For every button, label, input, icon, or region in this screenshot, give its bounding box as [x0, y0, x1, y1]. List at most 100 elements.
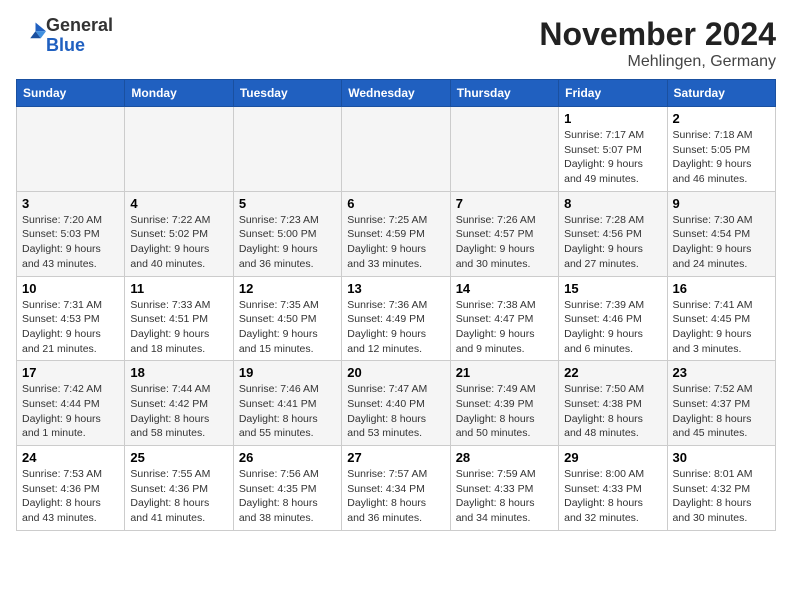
page-header: General Blue November 2024 Mehlingen, Ge…: [16, 16, 776, 71]
calendar-cell: 10 Sunrise: 7:31 AM Sunset: 4:53 PM Dayli…: [17, 276, 125, 361]
calendar-cell: 11 Sunrise: 7:33 AM Sunset: 4:51 PM Dayli…: [125, 276, 233, 361]
calendar-cell: 25 Sunrise: 7:55 AM Sunset: 4:36 PM Dayli…: [125, 446, 233, 531]
day-number: 14: [456, 281, 553, 296]
calendar-cell: 1 Sunrise: 7:17 AM Sunset: 5:07 PM Daylig…: [559, 107, 667, 192]
day-info: Sunrise: 8:01 AM Sunset: 4:32 PM Dayligh…: [673, 467, 770, 526]
calendar-cell: 7 Sunrise: 7:26 AM Sunset: 4:57 PM Daylig…: [450, 191, 558, 276]
calendar-cell: 22Sunrise: 7:50 AM Sunset: 4:38 PM Dayli…: [559, 361, 667, 446]
day-number: 9: [673, 196, 770, 211]
day-number: 23: [673, 365, 770, 380]
day-info: Sunrise: 7:22 AM Sunset: 5:02 PM Dayligh…: [130, 213, 227, 272]
day-number: 7: [456, 196, 553, 211]
weekday-header-friday: Friday: [559, 80, 667, 107]
day-number: 24: [22, 450, 119, 465]
calendar-cell: 19 Sunrise: 7:46 AM Sunset: 4:41 PM Dayli…: [233, 361, 341, 446]
weekday-header-row: SundayMondayTuesdayWednesdayThursdayFrid…: [17, 80, 776, 107]
day-number: 6: [347, 196, 444, 211]
day-info: Sunrise: 8:00 AM Sunset: 4:33 PM Dayligh…: [564, 467, 661, 526]
calendar-cell: 4 Sunrise: 7:22 AM Sunset: 5:02 PM Daylig…: [125, 191, 233, 276]
day-info: Sunrise: 7:46 AM Sunset: 4:41 PM Dayligh…: [239, 382, 336, 441]
day-info: Sunrise: 7:47 AM Sunset: 4:40 PM Dayligh…: [347, 382, 444, 441]
month-title: November 2024: [539, 16, 776, 53]
day-info: Sunrise: 7:42 AM Sunset: 4:44 PM Dayligh…: [22, 382, 119, 441]
weekday-header-monday: Monday: [125, 80, 233, 107]
day-info: Sunrise: 7:44 AM Sunset: 4:42 PM Dayligh…: [130, 382, 227, 441]
day-info: Sunrise: 7:33 AM Sunset: 4:51 PM Dayligh…: [130, 298, 227, 357]
day-info: Sunrise: 7:56 AM Sunset: 4:35 PM Dayligh…: [239, 467, 336, 526]
day-info: Sunrise: 7:55 AM Sunset: 4:36 PM Dayligh…: [130, 467, 227, 526]
day-number: 17: [22, 365, 119, 380]
calendar-table: SundayMondayTuesdayWednesdayThursdayFrid…: [16, 79, 776, 531]
calendar-week-5: 24 Sunrise: 7:53 AM Sunset: 4:36 PM Dayli…: [17, 446, 776, 531]
day-info: Sunrise: 7:30 AM Sunset: 4:54 PM Dayligh…: [673, 213, 770, 272]
day-number: 2: [673, 111, 770, 126]
calendar-cell: [233, 107, 341, 192]
calendar-cell: 8Sunrise: 7:28 AM Sunset: 4:56 PM Daylig…: [559, 191, 667, 276]
day-info: Sunrise: 7:17 AM Sunset: 5:07 PM Dayligh…: [564, 128, 661, 187]
day-info: Sunrise: 7:39 AM Sunset: 4:46 PM Dayligh…: [564, 298, 661, 357]
calendar-cell: [17, 107, 125, 192]
day-info: Sunrise: 7:20 AM Sunset: 5:03 PM Dayligh…: [22, 213, 119, 272]
calendar-week-2: 3 Sunrise: 7:20 AM Sunset: 5:03 PM Daylig…: [17, 191, 776, 276]
calendar-cell: 30Sunrise: 8:01 AM Sunset: 4:32 PM Dayli…: [667, 446, 775, 531]
calendar-cell: 13 Sunrise: 7:36 AM Sunset: 4:49 PM Dayli…: [342, 276, 450, 361]
day-info: Sunrise: 7:36 AM Sunset: 4:49 PM Dayligh…: [347, 298, 444, 357]
weekday-header-wednesday: Wednesday: [342, 80, 450, 107]
calendar-week-4: 17 Sunrise: 7:42 AM Sunset: 4:44 PM Dayli…: [17, 361, 776, 446]
calendar-cell: 21Sunrise: 7:49 AM Sunset: 4:39 PM Dayli…: [450, 361, 558, 446]
day-number: 15: [564, 281, 661, 296]
calendar-cell: 28 Sunrise: 7:59 AM Sunset: 4:33 PM Dayli…: [450, 446, 558, 531]
day-number: 26: [239, 450, 336, 465]
day-info: Sunrise: 7:35 AM Sunset: 4:50 PM Dayligh…: [239, 298, 336, 357]
day-number: 13: [347, 281, 444, 296]
calendar-cell: 3 Sunrise: 7:20 AM Sunset: 5:03 PM Daylig…: [17, 191, 125, 276]
day-info: Sunrise: 7:26 AM Sunset: 4:57 PM Dayligh…: [456, 213, 553, 272]
weekday-header-tuesday: Tuesday: [233, 80, 341, 107]
calendar-cell: 26 Sunrise: 7:56 AM Sunset: 4:35 PM Dayli…: [233, 446, 341, 531]
calendar-cell: 16 Sunrise: 7:41 AM Sunset: 4:45 PM Dayli…: [667, 276, 775, 361]
calendar-cell: 23 Sunrise: 7:52 AM Sunset: 4:37 PM Dayli…: [667, 361, 775, 446]
location: Mehlingen, Germany: [539, 53, 776, 71]
calendar-cell: [450, 107, 558, 192]
day-number: 16: [673, 281, 770, 296]
calendar-week-3: 10 Sunrise: 7:31 AM Sunset: 4:53 PM Dayli…: [17, 276, 776, 361]
calendar-cell: 27Sunrise: 7:57 AM Sunset: 4:34 PM Dayli…: [342, 446, 450, 531]
day-info: Sunrise: 7:31 AM Sunset: 4:53 PM Dayligh…: [22, 298, 119, 357]
day-info: Sunrise: 7:52 AM Sunset: 4:37 PM Dayligh…: [673, 382, 770, 441]
day-number: 3: [22, 196, 119, 211]
logo-blue-text: Blue: [46, 35, 85, 55]
weekday-header-thursday: Thursday: [450, 80, 558, 107]
day-number: 20: [347, 365, 444, 380]
day-info: Sunrise: 7:50 AM Sunset: 4:38 PM Dayligh…: [564, 382, 661, 441]
day-info: Sunrise: 7:23 AM Sunset: 5:00 PM Dayligh…: [239, 213, 336, 272]
day-number: 4: [130, 196, 227, 211]
day-info: Sunrise: 7:53 AM Sunset: 4:36 PM Dayligh…: [22, 467, 119, 526]
day-info: Sunrise: 7:38 AM Sunset: 4:47 PM Dayligh…: [456, 298, 553, 357]
calendar-cell: 18 Sunrise: 7:44 AM Sunset: 4:42 PM Dayli…: [125, 361, 233, 446]
day-number: 5: [239, 196, 336, 211]
title-block: November 2024 Mehlingen, Germany: [539, 16, 776, 71]
day-number: 28: [456, 450, 553, 465]
calendar-cell: 9 Sunrise: 7:30 AM Sunset: 4:54 PM Daylig…: [667, 191, 775, 276]
day-number: 11: [130, 281, 227, 296]
calendar-cell: 20 Sunrise: 7:47 AM Sunset: 4:40 PM Dayli…: [342, 361, 450, 446]
day-number: 1: [564, 111, 661, 126]
calendar-cell: 14 Sunrise: 7:38 AM Sunset: 4:47 PM Dayli…: [450, 276, 558, 361]
day-number: 8: [564, 196, 661, 211]
weekday-header-saturday: Saturday: [667, 80, 775, 107]
day-number: 29: [564, 450, 661, 465]
day-info: Sunrise: 7:41 AM Sunset: 4:45 PM Dayligh…: [673, 298, 770, 357]
calendar-body: 1 Sunrise: 7:17 AM Sunset: 5:07 PM Daylig…: [17, 107, 776, 531]
day-number: 27: [347, 450, 444, 465]
day-number: 19: [239, 365, 336, 380]
day-number: 18: [130, 365, 227, 380]
day-number: 25: [130, 450, 227, 465]
day-number: 12: [239, 281, 336, 296]
day-info: Sunrise: 7:59 AM Sunset: 4:33 PM Dayligh…: [456, 467, 553, 526]
day-number: 10: [22, 281, 119, 296]
calendar-week-1: 1 Sunrise: 7:17 AM Sunset: 5:07 PM Daylig…: [17, 107, 776, 192]
calendar-cell: [125, 107, 233, 192]
weekday-header-sunday: Sunday: [17, 80, 125, 107]
calendar-cell: 12 Sunrise: 7:35 AM Sunset: 4:50 PM Dayli…: [233, 276, 341, 361]
day-number: 21: [456, 365, 553, 380]
